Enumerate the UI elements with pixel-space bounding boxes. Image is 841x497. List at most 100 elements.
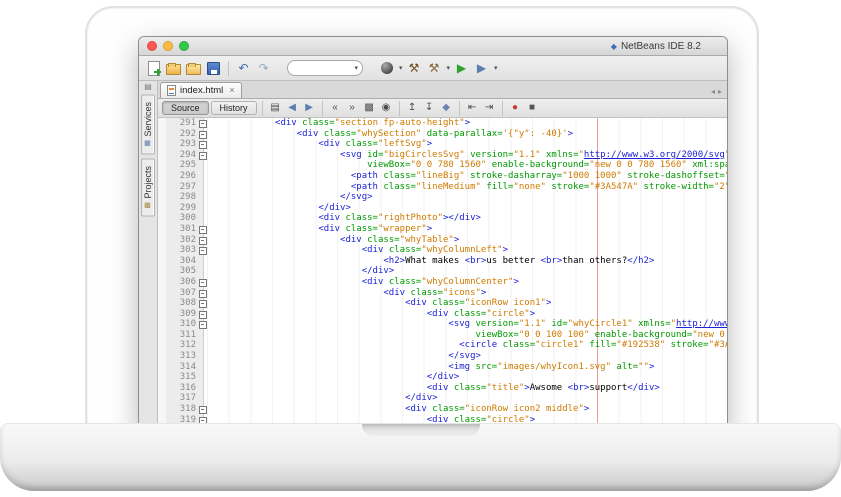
sidebar-tab-services[interactable]: ▦Services: [141, 95, 155, 155]
code-text: </div>: [207, 266, 727, 277]
fold-margin: [199, 213, 207, 224]
dropdown-arrow-icon: ▾: [399, 64, 403, 72]
code-line: 314 <img src="images/whyIcon1.svg" alt="…: [158, 362, 727, 373]
sidebar-tab-projects[interactable]: ▩ Projects: [141, 159, 155, 217]
toolbar-separator: [228, 61, 229, 76]
code-fold-toggle[interactable]: [199, 139, 207, 150]
redo-icon[interactable]: ↷: [255, 60, 272, 77]
code-line: 304 <h2>What makes <br>us better <br>tha…: [158, 256, 727, 267]
line-number: 317: [158, 393, 199, 404]
code-fold-toggle[interactable]: [199, 235, 207, 246]
code-text: <svg id="bigCirclesSvg" version="1.1" xm…: [207, 150, 727, 161]
code-line: 309 <div class="circle">: [158, 309, 727, 320]
debug-project-icon[interactable]: ▶: [473, 60, 490, 77]
code-editor[interactable]: 291 <div class="section fp-auto-height">…: [158, 118, 727, 429]
zoom-window-button[interactable]: [179, 41, 189, 51]
toolbar-separator: [262, 101, 263, 116]
netbeans-logo-icon: ◆: [611, 42, 617, 51]
left-panel-strip: ▤ ▦Services ▩ Projects: [139, 81, 158, 429]
toggle-highlight-search-icon[interactable]: ▩: [362, 101, 377, 115]
start-macro-recording-icon[interactable]: ●: [508, 101, 523, 115]
netbeans-window: ◆NetBeans IDE 8.2 ↶↷▾▾⚒⚒▾▶▶▾ ▤▦Services▩…: [138, 36, 728, 430]
sidebar-tab-label: Projects: [143, 166, 153, 199]
toggle-bookmark-icon[interactable]: ◆: [439, 101, 454, 115]
code-line: 317 </div>: [158, 393, 727, 404]
code-fold-toggle[interactable]: [199, 277, 207, 288]
source-view-button[interactable]: Source: [162, 101, 209, 115]
minimized-windows-icon[interactable]: ▤: [144, 83, 152, 91]
code-fold-toggle[interactable]: [199, 224, 207, 235]
new-file-icon[interactable]: [145, 60, 162, 77]
code-fold-toggle[interactable]: [199, 245, 207, 256]
line-number: 314: [158, 362, 199, 373]
code-fold-toggle[interactable]: [199, 129, 207, 140]
find-next-occurrence-icon[interactable]: »: [345, 101, 360, 115]
window-title-text: NetBeans IDE 8.2: [621, 41, 701, 52]
code-text: </div>: [207, 393, 727, 404]
line-number: 292: [158, 129, 199, 140]
line-number: 294: [158, 150, 199, 161]
code-line: 300 <div class="rightPhoto"></div>: [158, 213, 727, 224]
line-number: 311: [158, 330, 199, 341]
run-project-icon[interactable]: ▶: [453, 60, 470, 77]
laptop-mockup: ◆NetBeans IDE 8.2 ↶↷▾▾⚒⚒▾▶▶▾ ▤▦Services▩…: [0, 0, 841, 497]
tab-bar-controls: ◂▸: [711, 87, 725, 98]
build-project-icon[interactable]: ⚒: [406, 60, 423, 77]
clean-build-project-icon[interactable]: ⚒: [426, 60, 443, 77]
incremental-search-icon[interactable]: ◉: [379, 101, 394, 115]
fold-margin: [199, 160, 207, 171]
undo-icon[interactable]: ↶: [235, 60, 252, 77]
code-fold-toggle[interactable]: [199, 309, 207, 320]
previous-bookmark-icon[interactable]: ↥: [405, 101, 420, 115]
code-fold-toggle[interactable]: [199, 118, 207, 129]
shift-line-left-icon[interactable]: ⇤: [465, 101, 480, 115]
fold-margin: [199, 362, 207, 373]
code-line: 296 <path class="lineBig" stroke-dasharr…: [158, 171, 727, 182]
fold-margin: [199, 256, 207, 267]
back-icon[interactable]: ◀: [285, 101, 300, 115]
editor-toolbar: Source History ▤◀▶ «»▩◉ ↥↧◆ ⇤⇥ ●■: [158, 99, 727, 118]
new-project-icon[interactable]: [165, 60, 182, 77]
shift-line-right-icon[interactable]: ⇥: [482, 101, 497, 115]
line-number: 306: [158, 277, 199, 288]
last-edit-position-icon[interactable]: ▤: [268, 101, 283, 115]
line-number: 310: [158, 319, 199, 330]
next-bookmark-icon[interactable]: ↧: [422, 101, 437, 115]
code-fold-toggle[interactable]: [199, 404, 207, 415]
code-line: 318 <div class="iconRow icon2 middle">: [158, 404, 727, 415]
code-fold-toggle[interactable]: [199, 298, 207, 309]
code-fold-toggle[interactable]: [199, 288, 207, 299]
code-fold-toggle[interactable]: [199, 150, 207, 161]
line-number: 299: [158, 203, 199, 214]
tab-close-icon[interactable]: ×: [229, 86, 234, 95]
minimize-window-button[interactable]: [163, 41, 173, 51]
fold-margin: [199, 340, 207, 351]
stop-macro-recording-icon[interactable]: ■: [525, 101, 540, 115]
close-window-button[interactable]: [147, 41, 157, 51]
project-configuration-icon[interactable]: [378, 60, 395, 77]
tab-scroll-right-icon[interactable]: ▸: [718, 87, 722, 96]
code-fold-toggle[interactable]: [199, 319, 207, 330]
code-text: <div class="wrapper">: [207, 224, 727, 235]
save-all-icon[interactable]: [205, 60, 222, 77]
quick-search-box[interactable]: ▾: [287, 60, 363, 76]
open-project-icon[interactable]: [185, 60, 202, 77]
code-line: 315 </div>: [158, 372, 727, 383]
services-icon: ▦: [145, 140, 152, 148]
code-lines: 291 <div class="section fp-auto-height">…: [158, 118, 727, 425]
forward-icon[interactable]: ▶: [302, 101, 317, 115]
fold-margin: [199, 203, 207, 214]
code-text: <div class="whyColumnCenter">: [207, 277, 727, 288]
editor-tab-index-html[interactable]: index.html ×: [160, 82, 242, 98]
code-text: <div class="iconRow icon1">: [207, 298, 727, 309]
find-previous-occurrence-icon[interactable]: «: [328, 101, 343, 115]
toolbar-separator: [502, 101, 503, 116]
code-text: <div class="title">Awsome <br>support</d…: [207, 383, 727, 394]
tab-label: index.html: [180, 85, 223, 96]
projects-icon: ▩: [145, 201, 152, 209]
tab-scroll-left-icon[interactable]: ◂: [711, 87, 715, 96]
code-text: <div class="whyTable">: [207, 235, 727, 246]
code-text: <div class="whySection" data-parallax='{…: [207, 129, 727, 140]
toolbar-separator: [459, 101, 460, 116]
history-view-button[interactable]: History: [211, 101, 257, 115]
